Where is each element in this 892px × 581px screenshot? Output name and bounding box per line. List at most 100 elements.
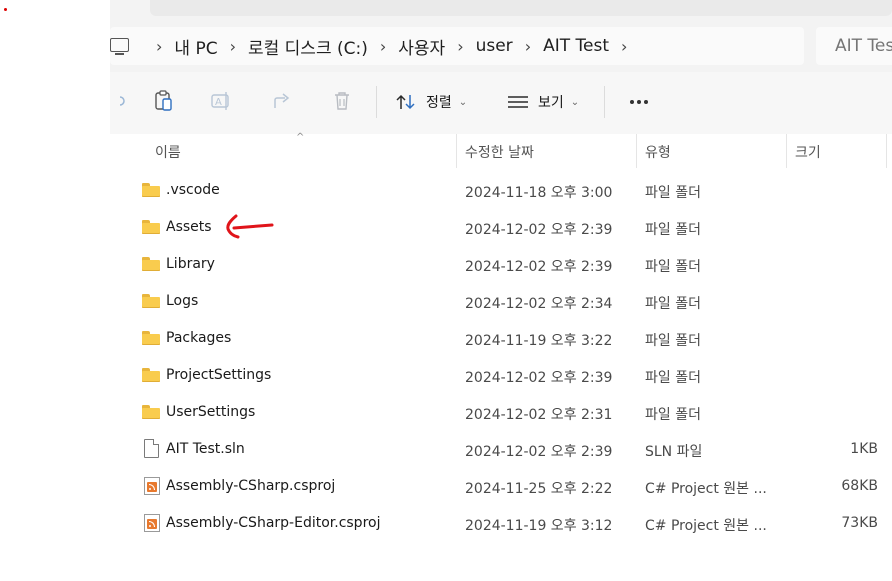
list-item[interactable]: Assembly-CSharp-Editor.csproj 2024-11-19… xyxy=(110,505,892,542)
folder-icon xyxy=(142,219,160,235)
sort-ascending-icon: ^ xyxy=(296,132,305,143)
toolbar-divider xyxy=(604,86,605,118)
more-dot xyxy=(637,100,641,104)
column-divider[interactable] xyxy=(786,134,787,168)
column-date[interactable]: 수정한 날짜 xyxy=(465,142,534,162)
rename-button[interactable]: A xyxy=(204,85,240,117)
chevron-right-icon[interactable]: › xyxy=(525,37,531,56)
address-row: › 내 PC › 로컬 디스크 (C:) › 사용자 › user › AIT … xyxy=(110,22,892,72)
copy-button[interactable] xyxy=(146,85,182,117)
column-divider[interactable] xyxy=(456,134,457,168)
cut-icon xyxy=(119,96,125,106)
column-size[interactable]: 크기 xyxy=(795,142,821,162)
list-item[interactable]: AIT Test.sln 2024-12-02 오후 2:39 SLN 파일 1… xyxy=(110,431,892,468)
folder-icon xyxy=(142,293,160,309)
file-type: 파일 폴더 xyxy=(645,259,701,275)
column-header: ^ 이름 수정한 날짜 유형 크기 xyxy=(110,132,892,168)
file-explorer-window: › 내 PC › 로컬 디스크 (C:) › 사용자 › user › AIT … xyxy=(110,0,892,581)
breadcrumb[interactable]: › 내 PC › 로컬 디스크 (C:) › 사용자 › user › AIT … xyxy=(110,27,804,65)
file-date: 2024-12-02 오후 2:39 xyxy=(465,444,613,460)
folder-icon xyxy=(142,330,160,346)
more-dot xyxy=(644,100,648,104)
column-name[interactable]: 이름 xyxy=(155,142,181,162)
search-input[interactable]: AIT Test xyxy=(816,27,892,65)
window-tab[interactable] xyxy=(150,0,892,16)
file-type: 파일 폴더 xyxy=(645,333,701,349)
breadcrumb-item-users[interactable]: 사용자 xyxy=(398,34,445,59)
file-name: ProjectSettings xyxy=(166,367,272,383)
column-divider[interactable] xyxy=(886,134,887,168)
file-name: UserSettings xyxy=(166,404,256,420)
file-date: 2024-11-19 오후 3:12 xyxy=(465,518,613,534)
view-button[interactable]: 보기 ⌄ xyxy=(508,86,579,118)
file-date: 2024-11-19 오후 3:22 xyxy=(465,333,613,349)
chevron-right-icon[interactable]: › xyxy=(621,37,627,56)
breadcrumb-item-ait-test[interactable]: AIT Test xyxy=(543,36,609,56)
folder-icon xyxy=(142,404,160,420)
toolbar-divider xyxy=(376,86,377,118)
more-options-button[interactable] xyxy=(624,86,654,118)
csproj-icon xyxy=(144,477,160,495)
list-item[interactable]: Logs 2024-12-02 오후 2:34 파일 폴더 xyxy=(110,283,892,320)
trash-icon xyxy=(335,92,349,110)
csproj-icon xyxy=(144,514,160,532)
view-label: 보기 xyxy=(538,95,564,111)
file-name: Assembly-CSharp.csproj xyxy=(166,478,336,494)
file-name: AIT Test.sln xyxy=(166,441,245,457)
list-item[interactable]: .vscode 2024-11-18 오후 3:00 파일 폴더 xyxy=(110,172,892,209)
file-date: 2024-12-02 오후 2:39 xyxy=(465,222,613,238)
file-type: 파일 폴더 xyxy=(645,370,701,386)
file-type: C# Project 원본 ... xyxy=(645,481,767,497)
folder-icon xyxy=(142,256,160,272)
file-date: 2024-12-02 오후 2:39 xyxy=(465,259,613,275)
chevron-right-icon[interactable]: › xyxy=(457,37,463,56)
sort-button[interactable]: 정렬 ⌄ xyxy=(396,86,467,118)
file-type: 파일 폴더 xyxy=(645,296,701,312)
column-type[interactable]: 유형 xyxy=(645,142,671,162)
sort-label: 정렬 xyxy=(426,95,452,111)
column-divider[interactable] xyxy=(636,134,637,168)
share-button[interactable] xyxy=(264,85,300,117)
list-item[interactable]: UserSettings 2024-12-02 오후 2:31 파일 폴더 xyxy=(110,394,892,431)
list-item[interactable]: Packages 2024-11-19 오후 3:22 파일 폴더 xyxy=(110,320,892,357)
breadcrumb-item-pc[interactable]: 내 PC xyxy=(174,34,217,59)
delete-button[interactable] xyxy=(324,85,360,117)
chevron-right-icon[interactable]: › xyxy=(380,37,386,56)
share-icon xyxy=(274,93,290,108)
more-dot xyxy=(630,100,634,104)
breadcrumb-item-local-disk[interactable]: 로컬 디스크 (C:) xyxy=(248,34,368,59)
list-item[interactable]: Assembly-CSharp.csproj 2024-11-25 오후 2:2… xyxy=(110,468,892,505)
file-type: 파일 폴더 xyxy=(645,407,701,423)
file-name: Assembly-CSharp-Editor.csproj xyxy=(166,515,381,531)
file-type: C# Project 원본 ... xyxy=(645,518,767,534)
document-icon xyxy=(144,439,159,458)
file-size: 1KB xyxy=(850,441,878,457)
chevron-down-icon: ⌄ xyxy=(458,96,468,108)
pc-icon[interactable] xyxy=(110,38,130,55)
chevron-right-icon[interactable]: › xyxy=(156,37,162,56)
file-date: 2024-12-02 오후 2:31 xyxy=(465,407,613,423)
file-type: 파일 폴더 xyxy=(645,185,701,201)
svg-text:A: A xyxy=(215,97,222,108)
file-name: Logs xyxy=(166,293,199,309)
list-item[interactable]: ProjectSettings 2024-12-02 오후 2:39 파일 폴더 xyxy=(110,357,892,394)
file-name: Assets xyxy=(166,219,212,235)
list-item[interactable]: Library 2024-12-02 오후 2:39 파일 폴더 xyxy=(110,246,892,283)
breadcrumb-item-user[interactable]: user xyxy=(476,36,513,56)
file-size: 68KB xyxy=(841,478,878,494)
file-type: 파일 폴더 xyxy=(645,222,701,238)
cut-button[interactable] xyxy=(100,85,136,117)
folder-icon xyxy=(142,182,160,198)
file-date: 2024-11-25 오후 2:22 xyxy=(465,481,613,497)
file-size: 73KB xyxy=(841,515,878,531)
file-name: Packages xyxy=(166,330,232,346)
file-name: .vscode xyxy=(166,182,220,198)
chevron-right-icon[interactable]: › xyxy=(230,37,236,56)
file-date: 2024-11-18 오후 3:00 xyxy=(465,185,613,201)
chevron-down-icon: ⌄ xyxy=(570,96,580,108)
clipboard-icon xyxy=(155,90,172,111)
file-date: 2024-12-02 오후 2:34 xyxy=(465,296,613,312)
red-dot-mark xyxy=(4,8,7,11)
background-left xyxy=(0,0,110,581)
folder-icon xyxy=(142,367,160,383)
